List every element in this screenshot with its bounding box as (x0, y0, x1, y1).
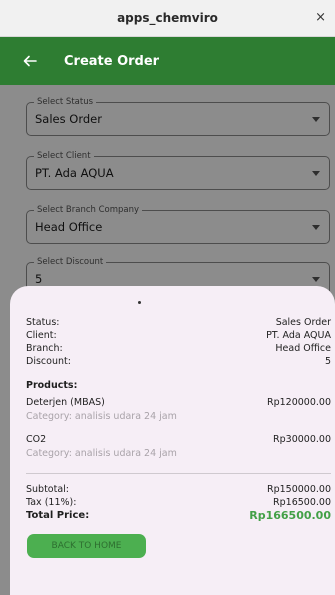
subtotal-value: Rp150000.00 (266, 484, 331, 495)
product-name: CO2 (26, 434, 47, 445)
window-title: apps_chemviro (117, 11, 218, 25)
total-label: Total Price: (26, 510, 90, 521)
discount-value: 5 (324, 356, 331, 367)
tax-row: Tax (11%): Rp16500.00 (26, 497, 331, 509)
branch-label: Branch: (26, 343, 63, 354)
tax-label: Tax (11%): (26, 497, 77, 508)
status-label: Status: (26, 317, 60, 328)
order-summary-sheet: Status: Sales Order Client: PT. Ada AQUA… (10, 286, 335, 595)
discount-row: Discount: 5 (26, 356, 331, 368)
status-value: Sales Order (275, 317, 331, 328)
branch-value: Head Office (275, 343, 331, 354)
products-title: Products: (26, 380, 78, 391)
back-to-home-button[interactable]: BACK TO HOME (27, 534, 146, 558)
product-name: Deterjen (MBAS) (26, 397, 105, 408)
app-bar: Create Order (0, 37, 335, 85)
client-row: Client: PT. Ada AQUA (26, 330, 331, 342)
total-row: Total Price: Rp166500.00 (26, 510, 331, 522)
discount-label: Discount: (26, 356, 71, 367)
client-value: PT. Ada AQUA (266, 330, 331, 341)
sheet-handle[interactable] (138, 301, 141, 304)
subtotal-row: Subtotal: Rp150000.00 (26, 484, 331, 496)
close-icon[interactable]: × (315, 10, 326, 26)
product-row: Deterjen (MBAS) Rp120000.00 (26, 397, 331, 409)
product-category: Category: analisis udara 24 jam (26, 411, 177, 422)
product-category: Category: analisis udara 24 jam (26, 448, 177, 459)
total-value: Rp166500.00 (249, 509, 331, 522)
tax-value: Rp16500.00 (273, 497, 331, 508)
arrow-left-icon[interactable] (22, 53, 38, 69)
window-title-bar: apps_chemviro × (0, 0, 335, 37)
subtotal-label: Subtotal: (26, 484, 70, 495)
page-title: Create Order (64, 53, 160, 69)
product-row: CO2 Rp30000.00 (26, 434, 331, 446)
divider (26, 473, 331, 474)
product-price: Rp120000.00 (266, 397, 331, 408)
branch-row: Branch: Head Office (26, 343, 331, 355)
product-price: Rp30000.00 (273, 434, 331, 445)
status-row: Status: Sales Order (26, 317, 331, 329)
client-label: Client: (26, 330, 57, 341)
